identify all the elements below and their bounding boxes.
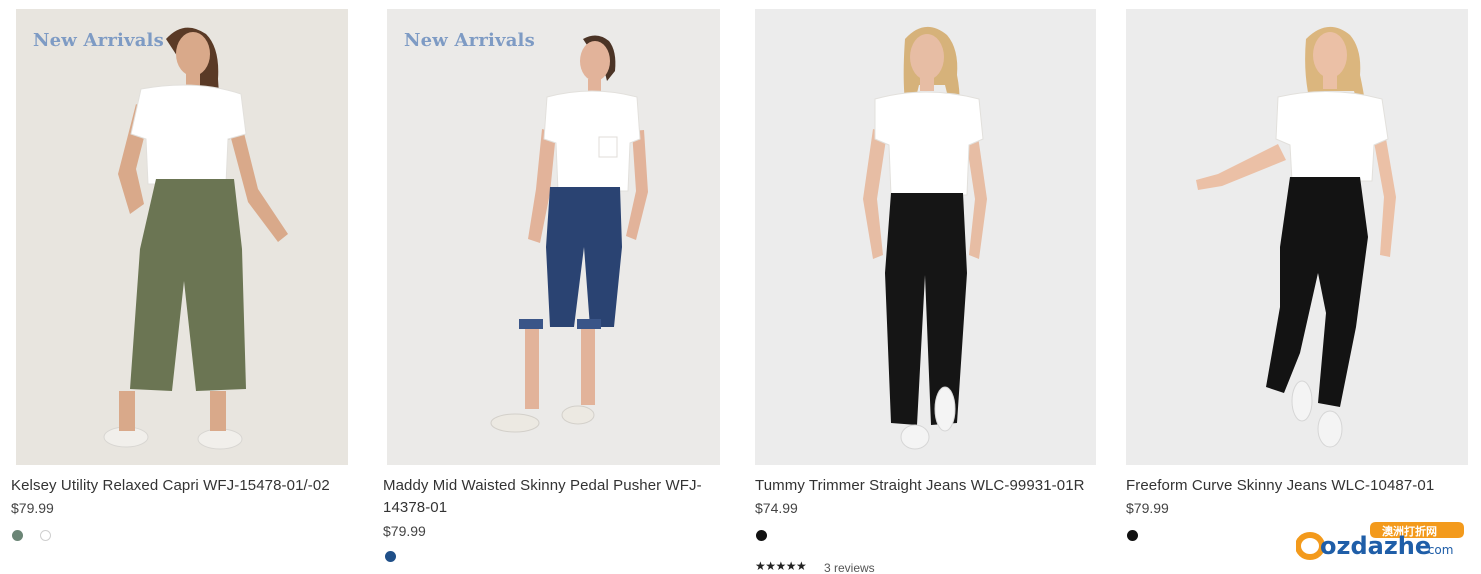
product-card[interactable]: New Arrivals Kelsey Utility Relaxed Capr… (0, 0, 370, 574)
product-card[interactable]: New Arrivals Maddy Mid Waisted Skinny Pe… (372, 0, 742, 574)
new-arrivals-badge: New Arrivals (404, 30, 535, 51)
product-image[interactable]: New Arrivals (387, 9, 720, 465)
model-photo (755, 9, 1096, 465)
product-name[interactable]: Kelsey Utility Relaxed Capri WFJ-15478-0… (11, 475, 361, 497)
product-price: $79.99 (1126, 500, 1169, 516)
model-photo (387, 9, 720, 465)
product-name[interactable]: Freeform Curve Skinny Jeans WLC-10487-01 (1126, 475, 1476, 497)
product-grid: New Arrivals Kelsey Utility Relaxed Capr… (0, 0, 1481, 574)
color-swatch-blue[interactable] (385, 551, 396, 562)
product-image[interactable] (755, 9, 1096, 465)
product-card[interactable]: Tummy Trimmer Straight Jeans WLC-99931-0… (744, 0, 1114, 574)
review-count[interactable]: 3 reviews (824, 561, 875, 574)
model-photo (16, 9, 348, 465)
watermark-brand: ozdazhe (1320, 532, 1431, 560)
watermark-domain: .com (1424, 543, 1453, 557)
ozdazhe-logo: 澳洲打折网 ozdazhe .com (1296, 522, 1464, 560)
product-price: $79.99 (383, 523, 426, 539)
color-swatch-green[interactable] (12, 530, 23, 541)
new-arrivals-badge: New Arrivals (33, 30, 164, 51)
product-name[interactable]: Maddy Mid Waisted Skinny Pedal Pusher WF… (383, 475, 728, 519)
product-image[interactable] (1126, 9, 1468, 465)
model-photo (1126, 9, 1468, 465)
product-card[interactable]: Freeform Curve Skinny Jeans WLC-10487-01… (1116, 0, 1481, 574)
rating-stars: ★★★★★ (755, 559, 807, 573)
product-price: $74.99 (755, 500, 798, 516)
product-price: $79.99 (11, 500, 54, 516)
product-name[interactable]: Tummy Trimmer Straight Jeans WLC-99931-0… (755, 475, 1105, 497)
color-swatch-black[interactable] (756, 530, 767, 541)
product-image[interactable]: New Arrivals (16, 9, 348, 465)
color-swatch-black[interactable] (1127, 530, 1138, 541)
color-swatch-white[interactable] (40, 530, 51, 541)
